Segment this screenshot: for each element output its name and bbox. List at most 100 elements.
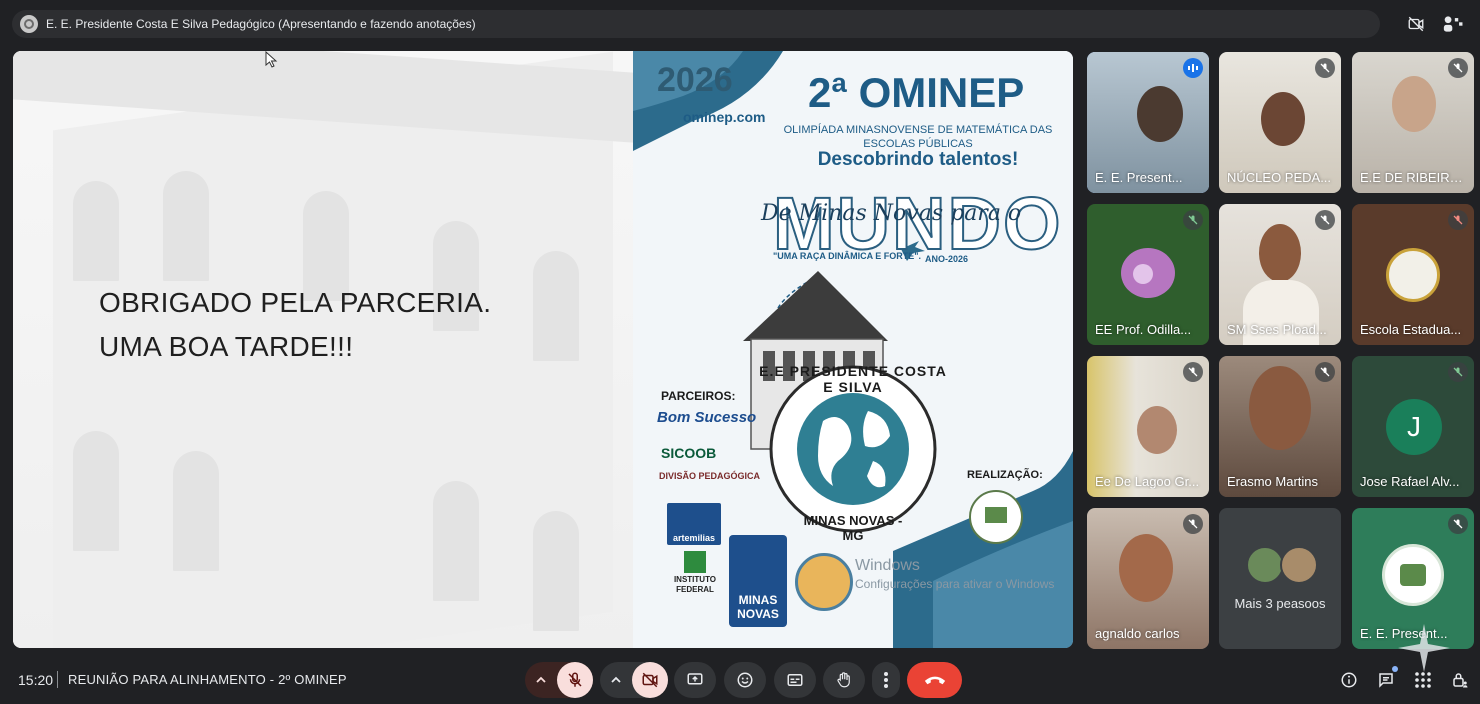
participant-tile[interactable]: EE Prof. Odilla... bbox=[1087, 204, 1209, 345]
participant-name: Jose Rafael Alv... bbox=[1360, 474, 1460, 489]
mic-off-icon bbox=[1448, 514, 1468, 534]
meeting-info-button[interactable] bbox=[1337, 668, 1361, 692]
sponsor-if-line2: FEDERAL bbox=[676, 585, 714, 594]
more-vertical-icon bbox=[884, 672, 888, 688]
top-right-controls bbox=[1402, 10, 1468, 38]
chat-button[interactable] bbox=[1374, 666, 1398, 692]
reactions-button[interactable] bbox=[724, 662, 766, 698]
participant-name: Erasmo Martins bbox=[1227, 474, 1319, 489]
sponsor-if-logo: INSTITUTO FEDERAL bbox=[671, 551, 719, 595]
bottom-control-bar: 15:20 REUNIÃO PARA ALINHAMENTO - 2º OMIN… bbox=[0, 650, 1480, 704]
participant-tile[interactable]: E. E. Present... bbox=[1087, 52, 1209, 193]
chevron-up-icon bbox=[611, 676, 621, 683]
presenter-bar: E. E. Presidente Costa E Silva Pedagógic… bbox=[12, 10, 1380, 38]
speaking-icon bbox=[1183, 58, 1203, 78]
sponsor-sicoob: SICOOB bbox=[661, 445, 717, 461]
lock-person-icon bbox=[1453, 673, 1468, 688]
emoji-icon bbox=[737, 672, 753, 688]
host-controls-button[interactable] bbox=[1448, 668, 1472, 692]
leave-call-button[interactable] bbox=[907, 662, 962, 698]
mic-off-icon bbox=[1183, 514, 1203, 534]
hand-icon bbox=[837, 672, 850, 688]
mouse-cursor-icon bbox=[265, 51, 278, 68]
mic-off-icon bbox=[1315, 58, 1335, 78]
poster-quote: "UMA RAÇA DINÂMICA E FORTE". bbox=[773, 251, 922, 261]
slide-message: OBRIGADO PELA PARCERIA. UMA BOA TARDE!!! bbox=[99, 281, 491, 369]
raise-hand-button[interactable] bbox=[823, 662, 865, 698]
sponsor-if-line1: INSTITUTO bbox=[673, 575, 717, 584]
realizacao-label: REALIZAÇÃO: bbox=[967, 469, 1043, 481]
mic-off-icon bbox=[1448, 362, 1468, 382]
meeting-title: REUNIÃO PARA ALINHAMENTO - 2º OMINEP bbox=[68, 672, 347, 687]
participant-tile[interactable]: Erasmo Martins bbox=[1219, 356, 1341, 497]
slide-message-line-2: UMA BOA TARDE!!! bbox=[99, 331, 354, 362]
unread-dot bbox=[1392, 666, 1398, 672]
school-name-arc-bottom: MINAS NOVAS - MG bbox=[803, 513, 903, 543]
mic-options-button[interactable] bbox=[525, 662, 557, 698]
mic-off-icon bbox=[1315, 362, 1335, 382]
poster-ano: ANO-2026 bbox=[925, 254, 969, 264]
camera-options-button[interactable] bbox=[600, 662, 632, 698]
mic-off-icon bbox=[568, 672, 582, 687]
chat-icon bbox=[1379, 673, 1393, 688]
participant-tile[interactable]: agnaldo carlos bbox=[1087, 508, 1209, 649]
participant-tile[interactable]: SM Sses Pload... bbox=[1219, 204, 1341, 345]
camera-off-icon bbox=[642, 672, 658, 688]
participant-tile[interactable]: J Jose Rafael Alv... bbox=[1352, 356, 1474, 497]
sponsor-minas-line2: NOVAS bbox=[737, 607, 779, 621]
toggle-camera-button[interactable] bbox=[632, 662, 668, 698]
apps-grid-icon bbox=[1415, 672, 1431, 688]
captions-button[interactable] bbox=[774, 662, 816, 698]
participant-name: SM Sses Pload... bbox=[1227, 322, 1327, 337]
mute-microphone-button[interactable] bbox=[557, 662, 593, 698]
captions-icon bbox=[787, 674, 803, 686]
slide-poster-panel: 2026 ominep.com 2ª OMINEP OLIMPÍADA MINA… bbox=[633, 51, 1073, 648]
mic-off-icon bbox=[1183, 362, 1203, 382]
poster-year: 2026 bbox=[657, 61, 733, 99]
slide-message-line-1: OBRIGADO PELA PARCERIA. bbox=[99, 287, 492, 318]
participant-name: E. E. Present... bbox=[1095, 170, 1183, 185]
participant-name: EE Prof. Odilla... bbox=[1095, 322, 1192, 337]
sponsor-minas-line1: MINAS bbox=[738, 593, 778, 607]
participant-tile[interactable]: E.E DE RIBEIRÃO bbox=[1352, 52, 1474, 193]
more-participants-tile[interactable]: Mais 3 peasoos bbox=[1219, 508, 1341, 649]
participant-tile[interactable]: Escola Estadua... bbox=[1352, 204, 1474, 345]
poster-title: 2ª OMINEP bbox=[808, 69, 1025, 116]
presenter-avatar bbox=[20, 15, 38, 33]
info-icon bbox=[1341, 672, 1357, 688]
mic-off-icon bbox=[1448, 58, 1468, 78]
poster-subtitle: OLIMPÍADA MINASNOVENSE DE MATEMÁTICA DAS… bbox=[783, 124, 1053, 150]
participant-name: Escola Estadua... bbox=[1360, 322, 1462, 337]
poster-site: ominep.com bbox=[683, 109, 766, 125]
participant-name: agnaldo carlos bbox=[1095, 626, 1180, 641]
participant-name: E.E DE RIBEIRÃO bbox=[1360, 170, 1468, 185]
participant-avatar: J bbox=[1386, 399, 1442, 455]
hang-up-icon bbox=[924, 676, 945, 685]
windows-watermark-text: Configurações para ativar o Windows bbox=[855, 577, 1055, 591]
chevron-up-icon bbox=[536, 676, 546, 683]
camera-off-icon[interactable] bbox=[1402, 10, 1430, 38]
sponsor-artemilias: artemilias bbox=[672, 533, 716, 543]
layout-grid-icon[interactable] bbox=[1440, 10, 1468, 38]
participant-avatar bbox=[1246, 546, 1284, 584]
microphone-control bbox=[525, 662, 593, 698]
partners-label: PARCEIROS: bbox=[661, 389, 736, 403]
mic-off-icon bbox=[1183, 210, 1203, 230]
sponsor-divisao: DIVISÃO PEDAGÓGICA bbox=[659, 471, 761, 481]
meeting-clock: 15:20 bbox=[18, 672, 54, 688]
activities-button[interactable] bbox=[1411, 668, 1435, 692]
sponsor-round-logo bbox=[795, 553, 853, 611]
participant-tile[interactable]: NÚCLEO PEDA... bbox=[1219, 52, 1341, 193]
sponsor-artemilias-logo: artemilias bbox=[667, 503, 721, 545]
poster-slogan: Descobrindo talentos! bbox=[817, 149, 1019, 170]
mic-off-icon bbox=[1448, 210, 1468, 230]
camera-control bbox=[600, 662, 668, 698]
present-screen-button[interactable] bbox=[674, 662, 716, 698]
presentation-stage: OBRIGADO PELA PARCERIA. UMA BOA TARDE!!! bbox=[13, 51, 1073, 648]
presenter-title: E. E. Presidente Costa E Silva Pedagógic… bbox=[46, 17, 476, 31]
present-screen-icon bbox=[687, 673, 703, 685]
more-options-button[interactable] bbox=[872, 662, 900, 698]
more-participants-label: Mais 3 peasoos bbox=[1234, 596, 1326, 611]
divider bbox=[57, 671, 58, 688]
participant-tile[interactable]: Ee De Lagoo Gr... bbox=[1087, 356, 1209, 497]
